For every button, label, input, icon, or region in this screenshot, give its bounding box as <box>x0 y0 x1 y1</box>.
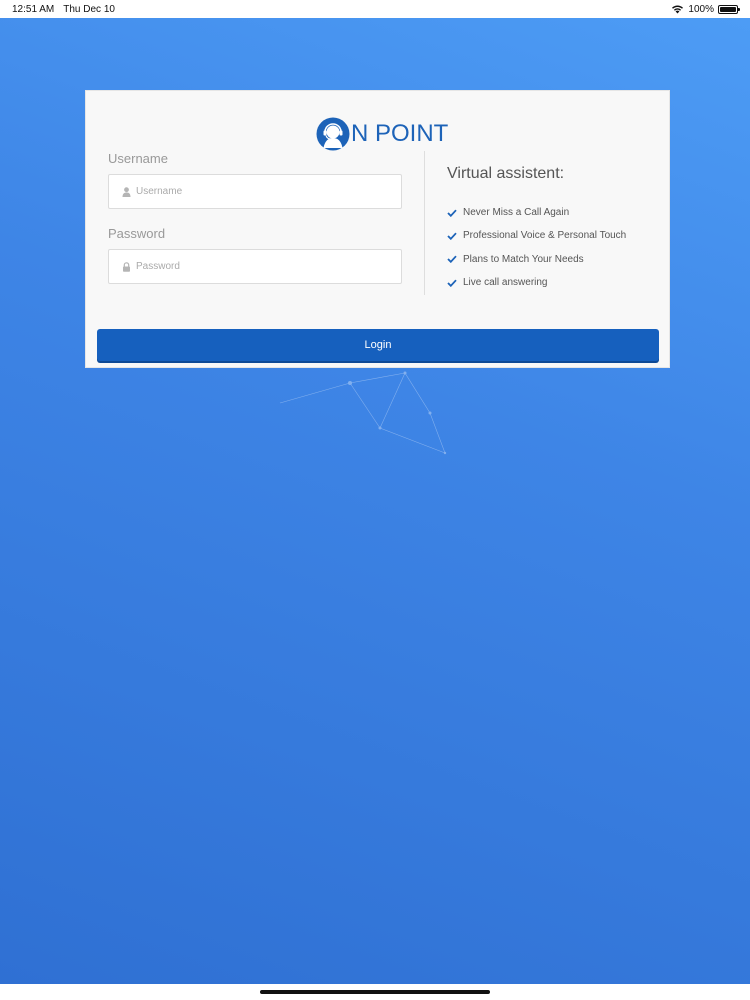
column-divider <box>424 151 425 295</box>
username-field[interactable] <box>108 174 402 209</box>
feature-text: Never Miss a Call Again <box>463 207 570 219</box>
username-label: Username <box>108 151 168 166</box>
wifi-icon <box>672 5 684 14</box>
check-icon <box>447 279 457 287</box>
feature-text: Professional Voice & Personal Touch <box>463 230 627 242</box>
password-field[interactable] <box>108 249 402 284</box>
home-indicator[interactable] <box>260 990 490 994</box>
password-label: Password <box>108 226 166 241</box>
login-button[interactable]: Login <box>97 329 659 361</box>
logo-text: N POINT <box>351 120 449 147</box>
battery-percent: 100% <box>688 3 714 15</box>
feature-list: Never Miss a Call Again Professional Voi… <box>447 201 626 294</box>
battery-icon <box>718 4 740 14</box>
check-icon <box>447 232 457 240</box>
user-icon <box>122 186 131 197</box>
list-item: Plans to Match Your Needs <box>447 248 626 271</box>
features-title: Virtual assistent: <box>447 165 565 182</box>
check-icon <box>447 255 457 264</box>
check-icon <box>447 209 457 217</box>
status-time: 12:51 AM <box>12 3 55 15</box>
logo: N POINT <box>316 116 448 152</box>
feature-text: Plans to Match Your Needs <box>463 253 584 265</box>
password-input[interactable] <box>136 261 396 272</box>
list-item: Live call answering <box>447 271 626 294</box>
status-date: Thu Dec 10 <box>63 3 115 15</box>
lock-icon <box>123 261 130 272</box>
username-input[interactable] <box>136 186 396 197</box>
status-right: 100% <box>671 3 740 15</box>
list-item: Never Miss a Call Again <box>447 201 626 224</box>
headset-agent-icon <box>316 117 350 151</box>
feature-text: Live call answering <box>463 277 548 289</box>
network-decoration <box>279 371 447 455</box>
status-bar: 12:51 AM Thu Dec 10 100% <box>0 0 750 18</box>
login-card: N POINT Username Password Virtual assist… <box>85 90 670 368</box>
list-item: Professional Voice & Personal Touch <box>447 224 626 247</box>
